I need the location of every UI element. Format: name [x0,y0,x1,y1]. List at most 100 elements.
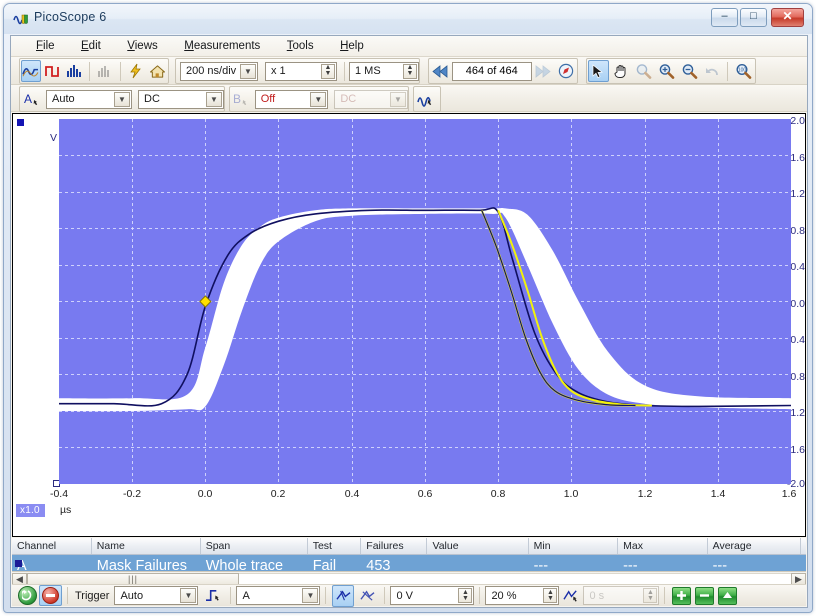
trigger-edge-button[interactable] [202,585,224,607]
status-divider-5 [479,587,481,604]
zoom-out-button[interactable] [679,60,700,82]
post-trigger-button[interactable] [560,585,582,607]
stop-capture-button[interactable] [39,585,62,606]
buffer-index-field[interactable]: 464 of 464 [451,61,532,81]
trigger-level-spinner[interactable]: ▲ ▼ [458,588,473,603]
zoom-level-badge[interactable]: x1.0 [16,504,45,517]
buffer-navigator-button[interactable] [555,60,576,82]
home-icon [149,64,165,78]
svg-text:A: A [24,92,32,106]
zoom-factor-spinbox[interactable]: x 1 ▲ ▼ [265,61,337,81]
timebase-combo[interactable]: 200 ns/div ▼ [180,61,258,81]
column-header-value[interactable]: Value [427,538,529,554]
menu-tools[interactable]: Tools [276,37,325,54]
spinner-arrows-2[interactable]: ▲ ▼ [403,63,417,79]
pretrigger-value: 20 % [491,589,517,602]
remove-measurement-button[interactable] [695,586,715,605]
post-trigger-delay-spinbox: 0 s ▲ ▼ [583,586,660,605]
chevron-down-icon-b-range[interactable]: ▼ [310,91,327,107]
stop-capture-icon [42,587,59,604]
samples-spinbox[interactable]: 1 MS ▲ ▼ [349,61,419,81]
start-capture-button[interactable] [18,586,37,605]
trigger-level-spinbox[interactable]: 0 V ▲ ▼ [390,586,475,605]
advanced-trigger-off-button[interactable] [356,585,378,607]
pretrigger-spinner[interactable]: ▲ ▼ [543,588,558,603]
column-header-name[interactable]: Name [92,538,201,554]
persistence-mode-button[interactable] [95,60,115,82]
auto-setup-button[interactable] [126,60,146,82]
menu-edit[interactable]: Edit [70,37,112,54]
chevron-down-icon[interactable]: ▼ [240,63,256,79]
status-divider [67,587,68,604]
column-header-failures[interactable]: Failures [361,538,428,554]
pointer-tool-button[interactable] [588,60,609,82]
column-header-span[interactable]: Span [201,538,308,554]
channel-b-range-combo[interactable]: Off ▼ [254,89,329,109]
trigger-mode-combo[interactable]: Auto ▼ [114,586,199,605]
chevron-down-icon-trigger-source[interactable]: ▼ [302,588,319,603]
channel-a-range-combo[interactable]: Auto ▼ [46,89,132,109]
chevron-down-icon-trigger-mode[interactable]: ▼ [180,588,197,603]
square-wave-icon [44,66,59,77]
menu-help[interactable]: Help [329,37,375,54]
expand-panel-icon [723,592,733,598]
column-header-average[interactable]: Average [708,538,802,554]
samples-value: 1 MS [355,65,381,77]
buffer-index-value: 464 of 464 [465,65,518,77]
plot-area[interactable] [59,119,791,484]
histogram-mode-button[interactable] [65,60,85,82]
pretrigger-spinbox[interactable]: 20 % ▲ ▼ [485,586,560,605]
mask-pass-band [59,207,791,412]
x-tick: -0.4 [49,488,69,500]
column-header-test[interactable]: Test [308,538,362,554]
channel-a-button[interactable]: A [21,88,43,110]
close-icon: ✕ [782,9,793,23]
add-measurement-button[interactable] [672,586,692,605]
undo-zoom-button[interactable] [702,60,723,82]
fast-forward-icon [535,64,551,78]
zoom-100-button[interactable]: 100 [733,60,754,82]
math-channel-button[interactable] [415,88,437,110]
mode-button-group [19,58,169,84]
menu-views[interactable]: Views [116,37,168,54]
status-divider-6 [664,587,666,604]
trigger-mode-value: Auto [120,589,144,602]
minimize-icon: – [721,10,728,22]
menu-file[interactable]: File [25,37,66,54]
column-header-min[interactable]: Min [529,538,619,554]
column-header-channel[interactable]: Channel [12,538,92,554]
status-divider-3 [325,587,327,604]
buffer-first-button[interactable] [430,60,451,82]
add-measurement-icon [677,591,687,600]
close-button[interactable]: ✕ [771,8,804,27]
advanced-trigger-button[interactable] [332,584,355,607]
expand-panel-button[interactable] [718,586,738,605]
maximize-button[interactable]: □ [740,8,767,27]
status-divider-2 [230,587,232,604]
status-bar: Trigger Auto ▼ A ▼ 0 V ▲ ▼ 20 % ▲ ▼ 0 s … [12,584,806,607]
channel-a-icon: A [24,92,38,106]
persistence-icon [97,66,109,77]
chevron-down-icon-a-coupling[interactable]: ▼ [206,91,222,107]
spinner-arrows[interactable]: ▲ ▼ [321,63,335,79]
minimize-button[interactable]: – [711,8,738,27]
zoom-marquee-button[interactable] [634,60,655,82]
home-button[interactable] [147,60,167,82]
zoom-in-button[interactable] [656,60,677,82]
title-bar: PicoScope 6 – □ ✕ [4,4,812,34]
trigger-source-combo[interactable]: A ▼ [236,586,321,605]
channel-a-coupling-combo[interactable]: DC ▼ [138,89,224,109]
scope-mode-button[interactable] [21,60,41,82]
scope-view[interactable]: V 2.0 1.6 1.2 0.8 0.4 0.0 -0.4 -0.8 -1.2… [12,113,806,537]
waveform-canvas [59,207,791,412]
channel-b-button[interactable]: B [231,88,252,110]
column-header-max[interactable]: Max [618,538,708,554]
menu-measurements[interactable]: Measurements [173,37,271,54]
channel-a-group: A Auto ▼ DC ▼ [19,86,225,112]
buffer-next-button[interactable] [533,60,554,82]
chevron-down-icon-a-range[interactable]: ▼ [114,91,130,107]
hand-tool-button[interactable] [611,60,632,82]
zoom-tools-group: 100 [586,58,756,84]
spectrum-mode-button[interactable] [43,60,63,82]
x-tick: 0.4 [344,488,360,500]
